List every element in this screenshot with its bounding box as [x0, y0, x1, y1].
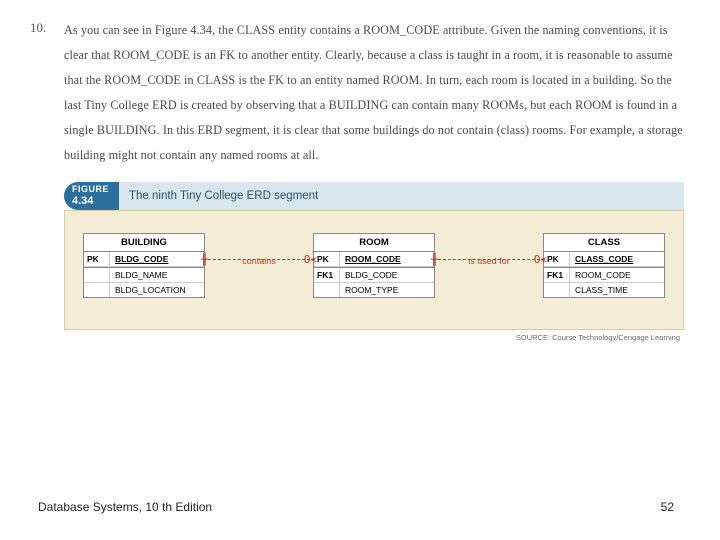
- entity-room: ROOM PK ROOM_CODE FK1 BLDG_CODE ROOM_TYP…: [313, 233, 435, 298]
- entity-row: ROOM_TYPE: [314, 283, 434, 297]
- relationship-label: contains: [240, 256, 278, 266]
- entity-row: PK BLDG_CODE: [84, 252, 204, 267]
- key-col: [84, 268, 110, 282]
- key-col: [314, 283, 340, 297]
- cardinality-many-optional-icon: O<: [534, 253, 547, 266]
- key-col: [84, 283, 110, 297]
- attr-col: ROOM_TYPE: [340, 283, 434, 297]
- attr-col: BLDG_LOCATION: [110, 283, 204, 297]
- entity-row: BLDG_LOCATION: [84, 283, 204, 297]
- page-footer: Database Systems, 10 th Edition 52: [38, 500, 674, 514]
- figure-number-tab: FIGURE 4.34: [64, 182, 119, 210]
- relationship-is-used-for: ╫ O< is used for: [433, 239, 545, 309]
- key-col: PK: [544, 252, 570, 266]
- entity-name: BUILDING: [84, 234, 204, 252]
- figure-source: SOURCE: Course Technology/Cengage Learni…: [64, 330, 684, 342]
- attr-col: ROOM_CODE: [340, 252, 434, 266]
- attr-col: BLDG_NAME: [110, 268, 204, 282]
- key-col: FK1: [544, 268, 570, 282]
- entity-row: CLASS_TIME: [544, 283, 664, 297]
- attr-col: CLASS_TIME: [570, 283, 664, 297]
- erd-diagram: BUILDING PK BLDG_CODE BLDG_NAME BLDG_LOC…: [64, 210, 684, 330]
- figure-number: 4.34: [72, 195, 109, 207]
- cardinality-many-optional-icon: O<: [304, 253, 317, 266]
- attr-col: BLDG_CODE: [340, 268, 434, 282]
- figure-label: FIGURE: [72, 185, 109, 195]
- list-item-number: 10.: [30, 20, 46, 36]
- attr-col: CLASS_CODE: [570, 252, 664, 266]
- key-col: PK: [84, 252, 110, 266]
- attr-col: BLDG_CODE: [110, 252, 204, 266]
- key-col: FK1: [314, 268, 340, 282]
- attr-col: ROOM_CODE: [570, 268, 664, 282]
- footer-book-title: Database Systems, 10 th Edition: [38, 500, 212, 514]
- entity-row: FK1 ROOM_CODE: [544, 267, 664, 283]
- entity-building: BUILDING PK BLDG_CODE BLDG_NAME BLDG_LOC…: [83, 233, 205, 298]
- figure-caption: The ninth Tiny College ERD segment: [119, 182, 684, 210]
- entity-row: PK ROOM_CODE: [314, 252, 434, 267]
- entity-row: BLDG_NAME: [84, 267, 204, 283]
- entity-row: FK1 BLDG_CODE: [314, 267, 434, 283]
- footer-page-number: 52: [661, 500, 674, 514]
- relationship-contains: ╫ O< contains: [203, 239, 315, 309]
- cardinality-one-icon: ╫: [201, 253, 208, 266]
- cardinality-one-icon: ╫: [431, 253, 438, 266]
- key-col: [544, 283, 570, 297]
- entity-row: PK CLASS_CODE: [544, 252, 664, 267]
- entity-name: CLASS: [544, 234, 664, 252]
- figure-titlebar: FIGURE 4.34 The ninth Tiny College ERD s…: [64, 182, 684, 210]
- body-paragraph: As you can see in Figure 4.34, the CLASS…: [64, 18, 686, 168]
- figure-4-34: FIGURE 4.34 The ninth Tiny College ERD s…: [64, 182, 684, 342]
- relationship-label: is used for: [466, 256, 512, 266]
- key-col: PK: [314, 252, 340, 266]
- entity-name: ROOM: [314, 234, 434, 252]
- entity-class: CLASS PK CLASS_CODE FK1 ROOM_CODE CLASS_…: [543, 233, 665, 298]
